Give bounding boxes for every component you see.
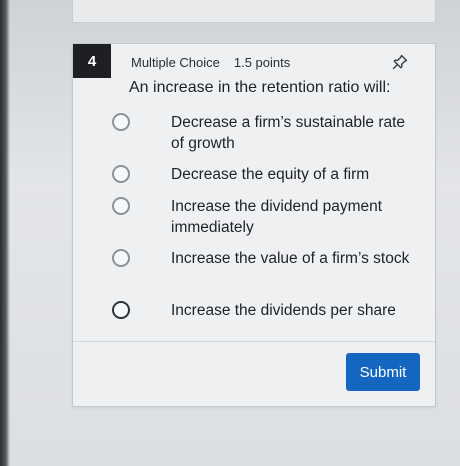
previous-question-card-bottom <box>72 0 436 23</box>
submit-button[interactable]: Submit <box>346 353 420 391</box>
question-type: Multiple Choice <box>131 55 220 70</box>
radio-unselected-icon[interactable] <box>112 165 130 183</box>
option-4[interactable]: Increase the value of a firm’s stock <box>73 248 435 292</box>
question-card: 4 Multiple Choice 1.5 points An increase … <box>72 43 436 407</box>
radio-unselected-icon[interactable] <box>112 197 130 215</box>
option-3-label: Increase the dividend payment immediatel… <box>171 198 383 236</box>
question-number-badge: 4 <box>73 44 111 78</box>
divider <box>73 341 435 342</box>
option-2[interactable]: Decrease the equity of a firm <box>73 164 435 186</box>
option-2-label: Decrease the equity of a firm <box>171 166 370 183</box>
screen-bezel-edge <box>0 0 10 466</box>
question-points: 1.5 points <box>233 55 291 70</box>
radio-unselected-icon[interactable] <box>112 301 130 319</box>
question-prompt: An increase in the retention ratio will: <box>129 79 391 96</box>
pin-icon[interactable] <box>391 53 409 71</box>
option-5-label: Increase the dividends per share <box>171 302 396 319</box>
option-1-label: Decrease a firm’s sustainable rate of gr… <box>171 114 406 152</box>
radio-unselected-icon[interactable] <box>112 113 130 131</box>
option-5[interactable]: Increase the dividends per share <box>73 300 435 322</box>
page: 4 Multiple Choice 1.5 points An increase … <box>0 0 460 466</box>
option-4-label: Increase the value of a firm’s stock <box>171 250 410 267</box>
option-3[interactable]: Increase the dividend payment immediatel… <box>73 196 435 240</box>
option-1[interactable]: Decrease a firm’s sustainable rate of gr… <box>73 112 435 156</box>
radio-unselected-icon[interactable] <box>112 249 130 267</box>
question-meta: Multiple Choice 1.5 points <box>131 55 290 70</box>
